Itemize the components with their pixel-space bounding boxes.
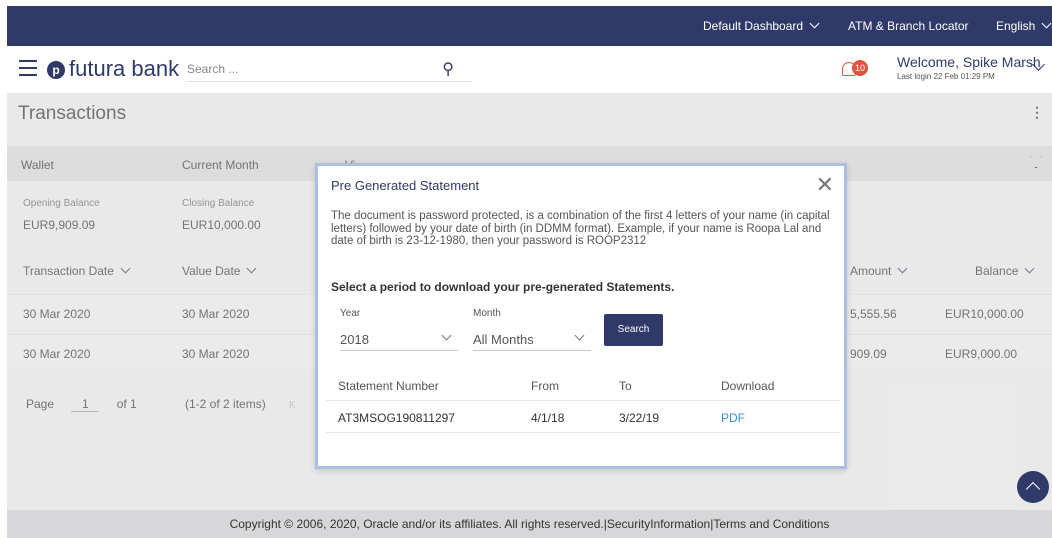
period-instruction: Select a period to download your pre-gen… — [331, 280, 675, 294]
chevron-down-icon — [441, 330, 452, 341]
modal-title: Pre Generated Statement — [331, 178, 480, 193]
year-select[interactable]: 2018 — [340, 329, 458, 351]
pre-generated-statement-modal: Pre Generated Statement ✕ The document i… — [315, 163, 847, 469]
table-row: AT3MSOG190811297 4/1/18 3/22/19 PDF — [326, 401, 840, 433]
close-icon[interactable]: ✕ — [816, 172, 834, 198]
search-placeholder: Search ... — [187, 62, 239, 76]
chevron-up-icon — [1025, 481, 1041, 497]
logo-mark: p — [47, 61, 65, 79]
header: p futura bank Search ... ⚲ 10 Welcome, Sp… — [7, 46, 1052, 94]
notification-button[interactable]: 10 — [842, 60, 868, 80]
language-label: English — [996, 19, 1036, 33]
password-description: The document is password protected, is a… — [331, 210, 830, 247]
month-select[interactable]: All Months — [473, 329, 591, 351]
header-download: Download — [721, 379, 775, 393]
chevron-down-icon — [574, 330, 585, 341]
search-button[interactable]: Search — [604, 314, 663, 346]
statements-table: Statement Number From To Download AT3MSO… — [326, 369, 840, 433]
chevron-down-icon — [809, 18, 820, 29]
footer: Copyright © 2006, 2020, Oracle and/or it… — [7, 510, 1052, 538]
last-login-text: Last login 22 Feb 01:29 PM — [897, 72, 995, 81]
statement-number-cell: AT3MSOG190811297 — [338, 411, 455, 425]
scroll-to-top-button[interactable] — [1017, 471, 1049, 503]
month-label: Month — [473, 308, 501, 319]
atm-branch-locator-link[interactable]: ATM & Branch Locator — [848, 19, 969, 33]
language-dropdown[interactable]: English — [996, 18, 1052, 33]
logo-text: futura bank — [69, 56, 180, 81]
pdf-download-link[interactable]: PDF — [721, 411, 745, 425]
search-icon[interactable]: ⚲ — [442, 59, 454, 79]
month-value: All Months — [473, 332, 534, 347]
page: Default Dashboard ATM & Branch Locator E… — [0, 0, 1052, 538]
user-menu[interactable]: Welcome, Spike Marsh Last login 22 Feb 0… — [897, 54, 1047, 81]
top-utility-bar: Default Dashboard ATM & Branch Locator E… — [7, 6, 1052, 46]
dashboard-dropdown[interactable]: Default Dashboard — [703, 18, 820, 33]
dashboard-label: Default Dashboard — [703, 19, 804, 33]
header-from: From — [531, 379, 559, 393]
year-value: 2018 — [340, 332, 369, 347]
logo[interactable]: p futura bank — [47, 56, 179, 82]
from-cell: 4/1/18 — [531, 411, 565, 425]
to-cell: 3/22/19 — [619, 411, 660, 425]
notification-badge: 10 — [852, 60, 868, 76]
table-header-row: Statement Number From To Download — [326, 369, 840, 401]
hamburger-menu-icon[interactable] — [19, 60, 37, 76]
chevron-down-icon — [1041, 18, 1052, 29]
year-label: Year — [340, 308, 361, 319]
search-input[interactable]: Search ... ⚲ — [187, 58, 472, 82]
header-to: To — [619, 379, 632, 393]
header-statement-number: Statement Number — [338, 379, 439, 393]
welcome-text: Welcome, Spike Marsh — [897, 54, 1041, 70]
